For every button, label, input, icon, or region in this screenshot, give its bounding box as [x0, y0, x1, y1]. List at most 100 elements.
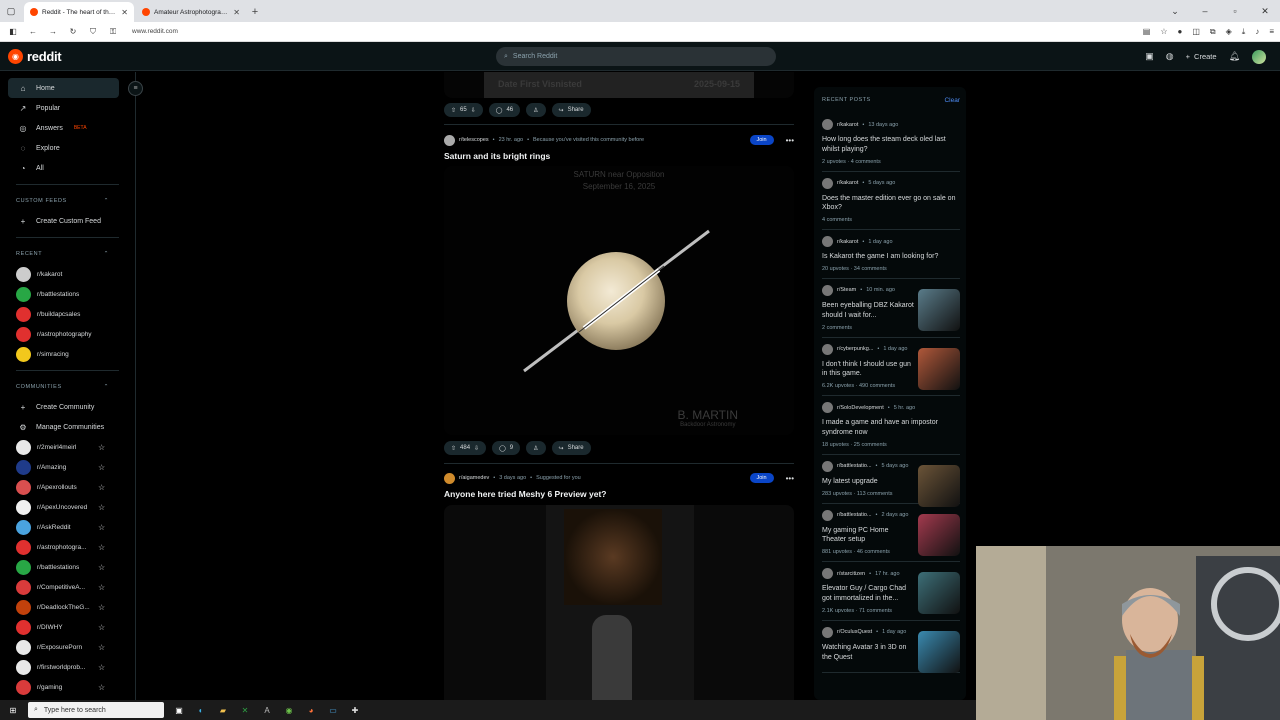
new-tab-button[interactable]: +	[246, 2, 264, 22]
sidebar-item-explore[interactable]: ◌ Explore	[0, 138, 135, 158]
favorite-star-icon[interactable]: ☆	[98, 583, 105, 592]
post-image[interactable]	[444, 505, 794, 700]
downvote-icon[interactable]: ⇩	[471, 107, 476, 114]
sidebar-item-popular[interactable]: ↗ Popular	[0, 98, 135, 118]
sidebar-subreddit-item[interactable]: r/ApexUncovered ☆	[0, 497, 135, 517]
pocket-icon[interactable]: ◫	[1192, 27, 1200, 37]
prev-post-image[interactable]: Date First Visnisted 2025-09-15	[444, 72, 794, 98]
xbox-icon[interactable]: ✕	[238, 703, 252, 717]
back-icon[interactable]: ←	[26, 27, 40, 36]
sidebar-subreddit-item[interactable]: r/CompetitiveA... ☆	[0, 577, 135, 597]
recent-post-card[interactable]: r/SoloDevelopment • 5 hr. ago I made a game…	[822, 396, 960, 455]
browser-tab-reddit[interactable]: Reddit - The heart of the intern ✕	[24, 2, 134, 22]
recent-post-subreddit[interactable]: r/SoloDevelopment	[837, 405, 884, 411]
recent-header[interactable]: RECENT ⌃	[0, 244, 135, 264]
recent-post-title[interactable]: Elevator Guy / Cargo Chad got immortaliz…	[822, 584, 914, 604]
sidebar-subreddit-item[interactable]: r/battlestations ☆	[0, 557, 135, 577]
favorite-star-icon[interactable]: ☆	[98, 483, 105, 492]
join-button[interactable]: Join	[749, 135, 774, 145]
extensions-icon[interactable]: ⧉	[1210, 27, 1216, 37]
upvote-icon[interactable]: ⇧	[451, 445, 456, 452]
close-tab-icon[interactable]: ✕	[233, 8, 240, 17]
favorite-star-icon[interactable]: ☆	[98, 683, 105, 692]
upvote-icon[interactable]: ⇧	[451, 107, 456, 114]
more-options-icon[interactable]: •••	[786, 136, 794, 145]
downvote-icon[interactable]: ⇩	[474, 445, 479, 452]
award-button[interactable]: ♙	[526, 103, 546, 117]
recent-post-subreddit[interactable]: r/kakarot	[837, 122, 858, 128]
post-image[interactable]: SATURN near Opposition September 16, 202…	[444, 166, 794, 435]
sidebar-item-answers[interactable]: ◎ Answers BETA	[0, 118, 135, 138]
reddit-logo[interactable]: ◉ reddit	[8, 48, 62, 64]
communities-header[interactable]: COMMUNITIES ⌃	[0, 377, 135, 397]
sidebar-subreddit-item[interactable]: r/AskReddit ☆	[0, 517, 135, 537]
sidebar-subreddit-item[interactable]: r/simracing	[0, 344, 135, 364]
create-button[interactable]: + Create	[1186, 52, 1217, 61]
favorite-star-icon[interactable]: ☆	[98, 603, 105, 612]
task-view-icon[interactable]: ▣	[172, 703, 186, 717]
recent-post-title[interactable]: Been eyeballing DBZ Kakarot should I wai…	[822, 301, 914, 321]
bookmark-star-icon[interactable]: ☆	[1160, 27, 1167, 37]
favorite-star-icon[interactable]: ☆	[98, 563, 105, 572]
custom-feeds-header[interactable]: CUSTOM FEEDS ⌃	[0, 191, 135, 211]
favorite-star-icon[interactable]: ☆	[98, 503, 105, 512]
notifications-bell-icon[interactable]: 🔔︎	[1229, 51, 1240, 62]
recent-post-subreddit[interactable]: r/cyberpunkg...	[837, 346, 873, 352]
recent-post-subreddit[interactable]: r/kakarot	[837, 180, 858, 186]
post-card[interactable]: r/aigamedev • 3 days ago • Suggested for…	[444, 472, 794, 700]
sidebar-subreddit-item[interactable]: r/kakarot	[0, 264, 135, 284]
sidebar-subreddit-item[interactable]: r/2meirl4meirl ☆	[0, 437, 135, 457]
recent-post-subreddit[interactable]: r/Steam	[837, 287, 856, 293]
recent-post-title[interactable]: I made a game and have an impostor syndr…	[822, 418, 960, 438]
address-bar[interactable]: www.reddit.com	[132, 28, 178, 35]
more-options-icon[interactable]: •••	[786, 474, 794, 483]
sidebar-subreddit-item[interactable]: r/battlestations	[0, 284, 135, 304]
recent-post-subreddit[interactable]: r/kakarot	[837, 239, 858, 245]
sidebar-subreddit-item[interactable]: r/Amazing ☆	[0, 457, 135, 477]
recent-post-card[interactable]: r/kakarot • 13 days ago How long does the s…	[822, 113, 960, 172]
create-community[interactable]: + Create Community	[0, 397, 135, 417]
tab-list-icon[interactable]: ⌄	[1160, 0, 1190, 22]
recent-post-thumbnail[interactable]	[918, 347, 960, 390]
join-button[interactable]: Join	[749, 473, 774, 483]
sidebar-subreddit-item[interactable]: r/ExposurePorn ☆	[0, 637, 135, 657]
recent-post-thumbnail[interactable]	[918, 464, 960, 507]
sidebar-subreddit-item[interactable]: r/Apexrollouts ☆	[0, 477, 135, 497]
taskbar-search-input[interactable]: ⌕ Type here to search	[28, 702, 164, 718]
recent-post-title[interactable]: How long does the steam deck oled last w…	[822, 135, 960, 155]
sidebar-item-home[interactable]: ⌂ Home	[8, 78, 119, 98]
favorite-star-icon[interactable]: ☆	[98, 623, 105, 632]
favorite-star-icon[interactable]: ☆	[98, 463, 105, 472]
recent-post-subreddit[interactable]: r/battlestatio...	[837, 463, 872, 469]
recent-post-title[interactable]: My latest upgrade	[822, 477, 914, 487]
recent-post-title[interactable]: I don't think I should use gun in this g…	[822, 360, 914, 380]
forward-icon[interactable]: →	[46, 27, 60, 36]
settings-icon[interactable]: ✚	[348, 703, 362, 717]
sound-icon[interactable]: ♪	[1255, 27, 1259, 37]
recent-post-card[interactable]: r/kakarot • 1 day ago Is Kakarot the game I…	[822, 230, 960, 279]
recent-post-card[interactable]: r/battlestatio... • 2 days ago My gaming PC…	[822, 504, 960, 563]
ads-icon[interactable]: ▣	[1145, 51, 1154, 62]
manage-communities[interactable]: ⚙ Manage Communities	[0, 417, 135, 437]
collapse-sidebar-button[interactable]: ≡	[128, 81, 143, 96]
sidebar-toggle-icon[interactable]: ◧	[6, 27, 20, 36]
recent-post-title[interactable]: Is Kakarot the game I am looking for?	[822, 252, 960, 262]
downloads-icon[interactable]: ⤓	[1242, 27, 1246, 37]
edge-icon[interactable]: ◐	[194, 703, 208, 717]
award-button[interactable]: ♙	[526, 441, 546, 455]
sidebar-subreddit-item[interactable]: r/astrophotography	[0, 324, 135, 344]
app-icon[interactable]: A	[260, 703, 274, 717]
chat-icon[interactable]: ◍	[1166, 51, 1174, 62]
favorite-star-icon[interactable]: ☆	[98, 643, 105, 652]
menu-icon[interactable]: ≡	[1269, 27, 1274, 37]
sidebar-subreddit-item[interactable]: r/gaming ☆	[0, 677, 135, 697]
recent-post-title[interactable]: My gaming PC Home Theater setup	[822, 526, 914, 546]
subreddit-link[interactable]: r/telescopes	[459, 137, 489, 143]
create-custom-feed[interactable]: + Create Custom Feed	[0, 211, 135, 231]
recent-post-title[interactable]: Does the master edition ever go on sale …	[822, 194, 960, 214]
favorite-star-icon[interactable]: ☆	[98, 443, 105, 452]
favorite-star-icon[interactable]: ☆	[98, 523, 105, 532]
sidebar-item-all[interactable]: ◔ All	[0, 158, 135, 178]
recent-post-card[interactable]: r/cyberpunkg... • 1 day ago I don't think I…	[822, 338, 960, 397]
sidebar-subreddit-item[interactable]: r/astrophotogra... ☆	[0, 537, 135, 557]
